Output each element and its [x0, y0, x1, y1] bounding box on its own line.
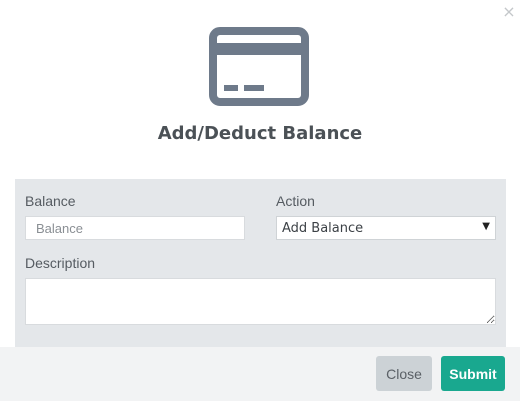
description-label: Description [25, 255, 96, 271]
submit-button[interactable]: Submit [441, 356, 505, 391]
description-textarea[interactable] [25, 278, 496, 325]
credit-card-icon [209, 27, 309, 106]
modal-footer: Close Submit [0, 347, 520, 401]
modal-title: Add/Deduct Balance [157, 123, 363, 144]
balance-form: Balance Action Add Balance ▼ Description [15, 179, 506, 347]
action-select[interactable]: Add Balance ▼ [276, 216, 496, 240]
action-selected-value: Add Balance [282, 221, 364, 236]
dropdown-arrow-icon: ▼ [482, 221, 490, 232]
add-deduct-balance-modal: × Add/Deduct Balance Balance Action Add … [0, 0, 520, 401]
balance-label: Balance [25, 193, 76, 209]
balance-input[interactable] [25, 216, 245, 240]
action-label: Action [276, 193, 315, 209]
close-button[interactable]: Close [376, 356, 432, 391]
close-icon[interactable]: × [501, 4, 517, 20]
